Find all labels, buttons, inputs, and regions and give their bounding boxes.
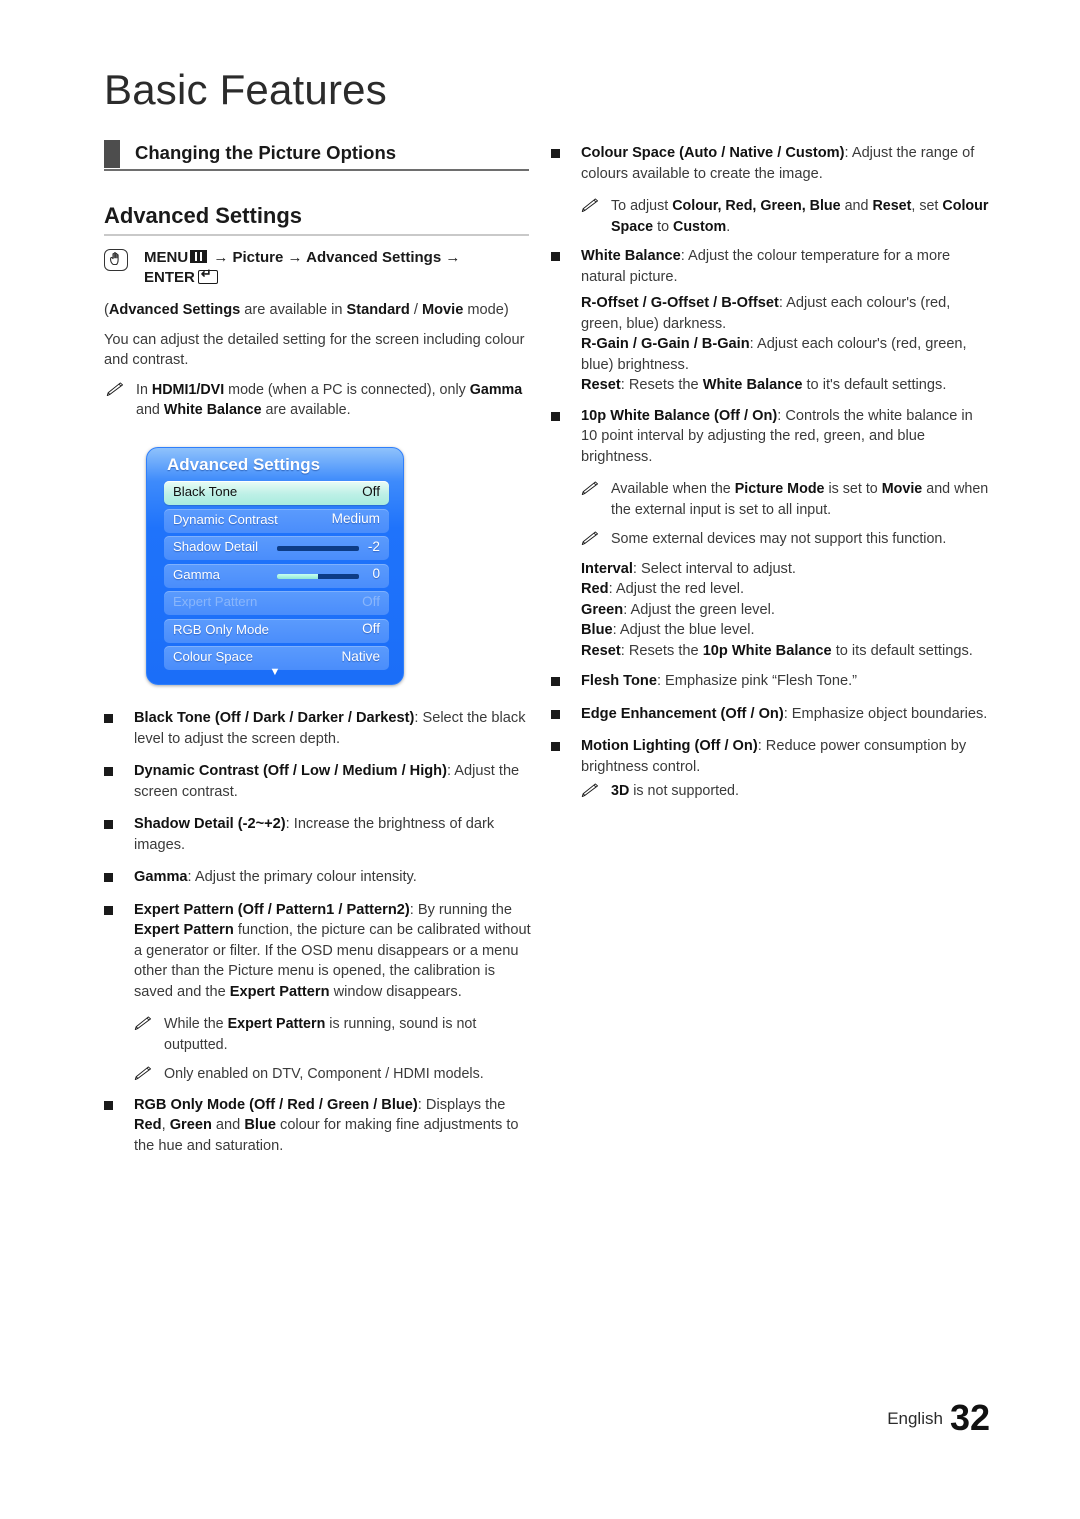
osd-row-rgb-only-mode[interactable]: RGB Only Mode Off: [164, 618, 389, 643]
bullet-10p-white-balance: 10p White Balance (Off / On): Controls t…: [551, 406, 991, 468]
note-expert-pattern-sound: While the Expert Pattern is running, sou…: [132, 1014, 532, 1055]
osd-row-list: Black Tone Off Dynamic Contrast Medium S…: [164, 481, 389, 674]
note-text: Some external devices may not support th…: [611, 531, 947, 547]
section-divider: [104, 169, 529, 171]
note-3d-not-supported: 3D is not supported.: [579, 781, 991, 802]
osd-item-label: RGB Only Mode: [173, 621, 270, 637]
sub-interval: Interval: Select interval to adjust.: [581, 560, 796, 577]
menu-path-chain: → Picture → Advanced Settings →: [209, 249, 461, 266]
osd-row-dynamic-contrast[interactable]: Dynamic Contrast Medium: [164, 508, 389, 533]
sub-green: Green: Adjust the green level.: [581, 601, 775, 618]
osd-item-value: Off: [362, 593, 380, 609]
sub-blue: Blue: Adjust the blue level.: [581, 622, 755, 638]
note-10p-external-devices: Some external devices may not support th…: [579, 529, 991, 550]
bullet-dynamic-contrast: Dynamic Contrast (Off / Low / Medium / H…: [104, 761, 532, 802]
pencil-icon: [106, 381, 124, 396]
pencil-icon: [134, 1016, 152, 1031]
osd-item-value: Medium: [331, 511, 380, 526]
footer-language: English: [887, 1409, 943, 1428]
bullet-gamma: Gamma: Adjust the primary colour intensi…: [104, 867, 532, 888]
enter-label: ENTER: [144, 269, 195, 286]
osd-item-value: -2: [367, 538, 380, 554]
bullet-edge-enhancement: Edge Enhancement (Off / On): Emphasize o…: [551, 704, 991, 725]
availability-note: (Advanced Settings are available in Stan…: [104, 302, 509, 318]
bullet-colour-space: Colour Space (Auto / Native / Custom): A…: [551, 143, 991, 184]
osd-row-gamma[interactable]: Gamma 0: [164, 563, 389, 588]
osd-item-label: Black Tone: [173, 484, 238, 499]
enter-key-icon: [197, 267, 218, 284]
note-text: Available when the Picture Mode is set t…: [611, 481, 989, 518]
menu-path-text: MENU → Picture → Advanced Settings → ENT…: [144, 248, 532, 288]
slider-fill: [277, 573, 318, 579]
note-expert-pattern-models: Only enabled on DTV, Component / HDMI mo…: [132, 1064, 532, 1085]
left-column-bullets: Black Tone (Off / Dark / Darker / Darkes…: [104, 708, 532, 1168]
footer-page-number: 32: [949, 1397, 990, 1438]
osd-item-label: Shadow Detail: [173, 539, 259, 554]
section-marker-bar: [104, 140, 120, 168]
osd-item-label: Colour Space: [173, 649, 253, 664]
osd-title: Advanced Settings: [167, 455, 321, 474]
note-text: To adjust Colour, Red, Green, Blue and R…: [611, 198, 989, 235]
osd-item-label: Expert Pattern: [173, 594, 258, 609]
sub-red: Red: Adjust the red level.: [581, 581, 745, 597]
topic-heading: Advanced Settings: [104, 203, 303, 228]
section-title: Changing the Picture Options: [135, 142, 397, 163]
section-header: Changing the Picture Options: [104, 140, 529, 174]
osd-item-label: Gamma: [173, 566, 220, 582]
sub-reset-10p: Reset: Resets the 10p White Balance to i…: [581, 642, 973, 659]
right-column: Colour Space (Auto / Native / Custom): A…: [551, 143, 991, 811]
sub-gain: R-Gain / G-Gain / B-Gain: Adjust each co…: [581, 336, 967, 373]
intro-paragraph: You can adjust the detailed setting for …: [104, 331, 525, 369]
note-text: 3D is not supported.: [611, 783, 739, 799]
osd-item-value: Native: [341, 648, 380, 664]
pencil-icon: [134, 1066, 152, 1081]
bullet-black-tone: Black Tone (Off / Dark / Darker / Darkes…: [104, 708, 532, 749]
note-text: Only enabled on DTV, Component / HDMI mo…: [164, 1066, 484, 1082]
osd-item-value: Off: [362, 621, 380, 636]
sub-offset: R-Offset / G-Offset / B-Offset: Adjust e…: [581, 295, 951, 332]
osd-menu-screenshot: Advanced Settings Black Tone Off Dynamic…: [146, 447, 404, 685]
note-10p-picture-mode: Available when the Picture Mode is set t…: [579, 479, 991, 520]
note-text: While the Expert Pattern is running, sou…: [164, 1016, 477, 1053]
osd-slider-shadow-detail[interactable]: [277, 546, 359, 551]
page-footer: English 32: [887, 1397, 990, 1439]
pencil-icon: [581, 481, 599, 496]
osd-slider-gamma[interactable]: [277, 573, 359, 579]
pencil-icon: [581, 783, 599, 798]
osd-item-label: Dynamic Contrast: [173, 511, 278, 527]
hdmi-note: In HDMI1/DVI mode (when a PC is connecte…: [104, 380, 532, 421]
menu-grid-icon: [190, 250, 208, 263]
bullet-expert-pattern: Expert Pattern (Off / Pattern1 / Pattern…: [104, 900, 532, 1003]
osd-item-value: Off: [362, 483, 380, 499]
bullet-shadow-detail: Shadow Detail (-2~+2): Increase the brig…: [104, 814, 532, 855]
osd-item-value: 0: [372, 566, 380, 581]
menu-label: MENU: [144, 249, 189, 266]
topic-divider: [104, 234, 529, 236]
hand-press-icon: [104, 249, 128, 271]
pencil-icon: [581, 531, 599, 546]
manual-page: Basic Features Changing the Picture Opti…: [0, 0, 1080, 1519]
bullet-rgb-only-mode: RGB Only Mode (Off / Red / Green / Blue)…: [104, 1095, 532, 1157]
left-column-upper: (Advanced Settings are available in Stan…: [104, 300, 532, 430]
pencil-icon: [581, 198, 599, 213]
sub-reset-white-balance: Reset: Resets the White Balance to it's …: [581, 377, 947, 393]
osd-row-black-tone[interactable]: Black Tone Off: [164, 481, 389, 505]
menu-path: MENU → Picture → Advanced Settings → ENT…: [104, 248, 532, 288]
bullet-flesh-tone: Flesh Tone: Emphasize pink “Flesh Tone.”: [551, 671, 991, 692]
osd-row-expert-pattern: Expert Pattern Off: [164, 591, 389, 615]
osd-row-shadow-detail[interactable]: Shadow Detail -2: [164, 536, 389, 560]
bullet-motion-lighting: Motion Lighting (Off / On): Reduce power…: [551, 736, 991, 777]
bullet-white-balance: White Balance: Adjust the colour tempera…: [551, 246, 991, 287]
osd-scroll-down-icon[interactable]: ▼: [147, 667, 403, 678]
note-colour-space-custom: To adjust Colour, Red, Green, Blue and R…: [579, 196, 991, 237]
chapter-title: Basic Features: [104, 66, 387, 113]
osd-panel: Advanced Settings Black Tone Off Dynamic…: [146, 447, 404, 685]
